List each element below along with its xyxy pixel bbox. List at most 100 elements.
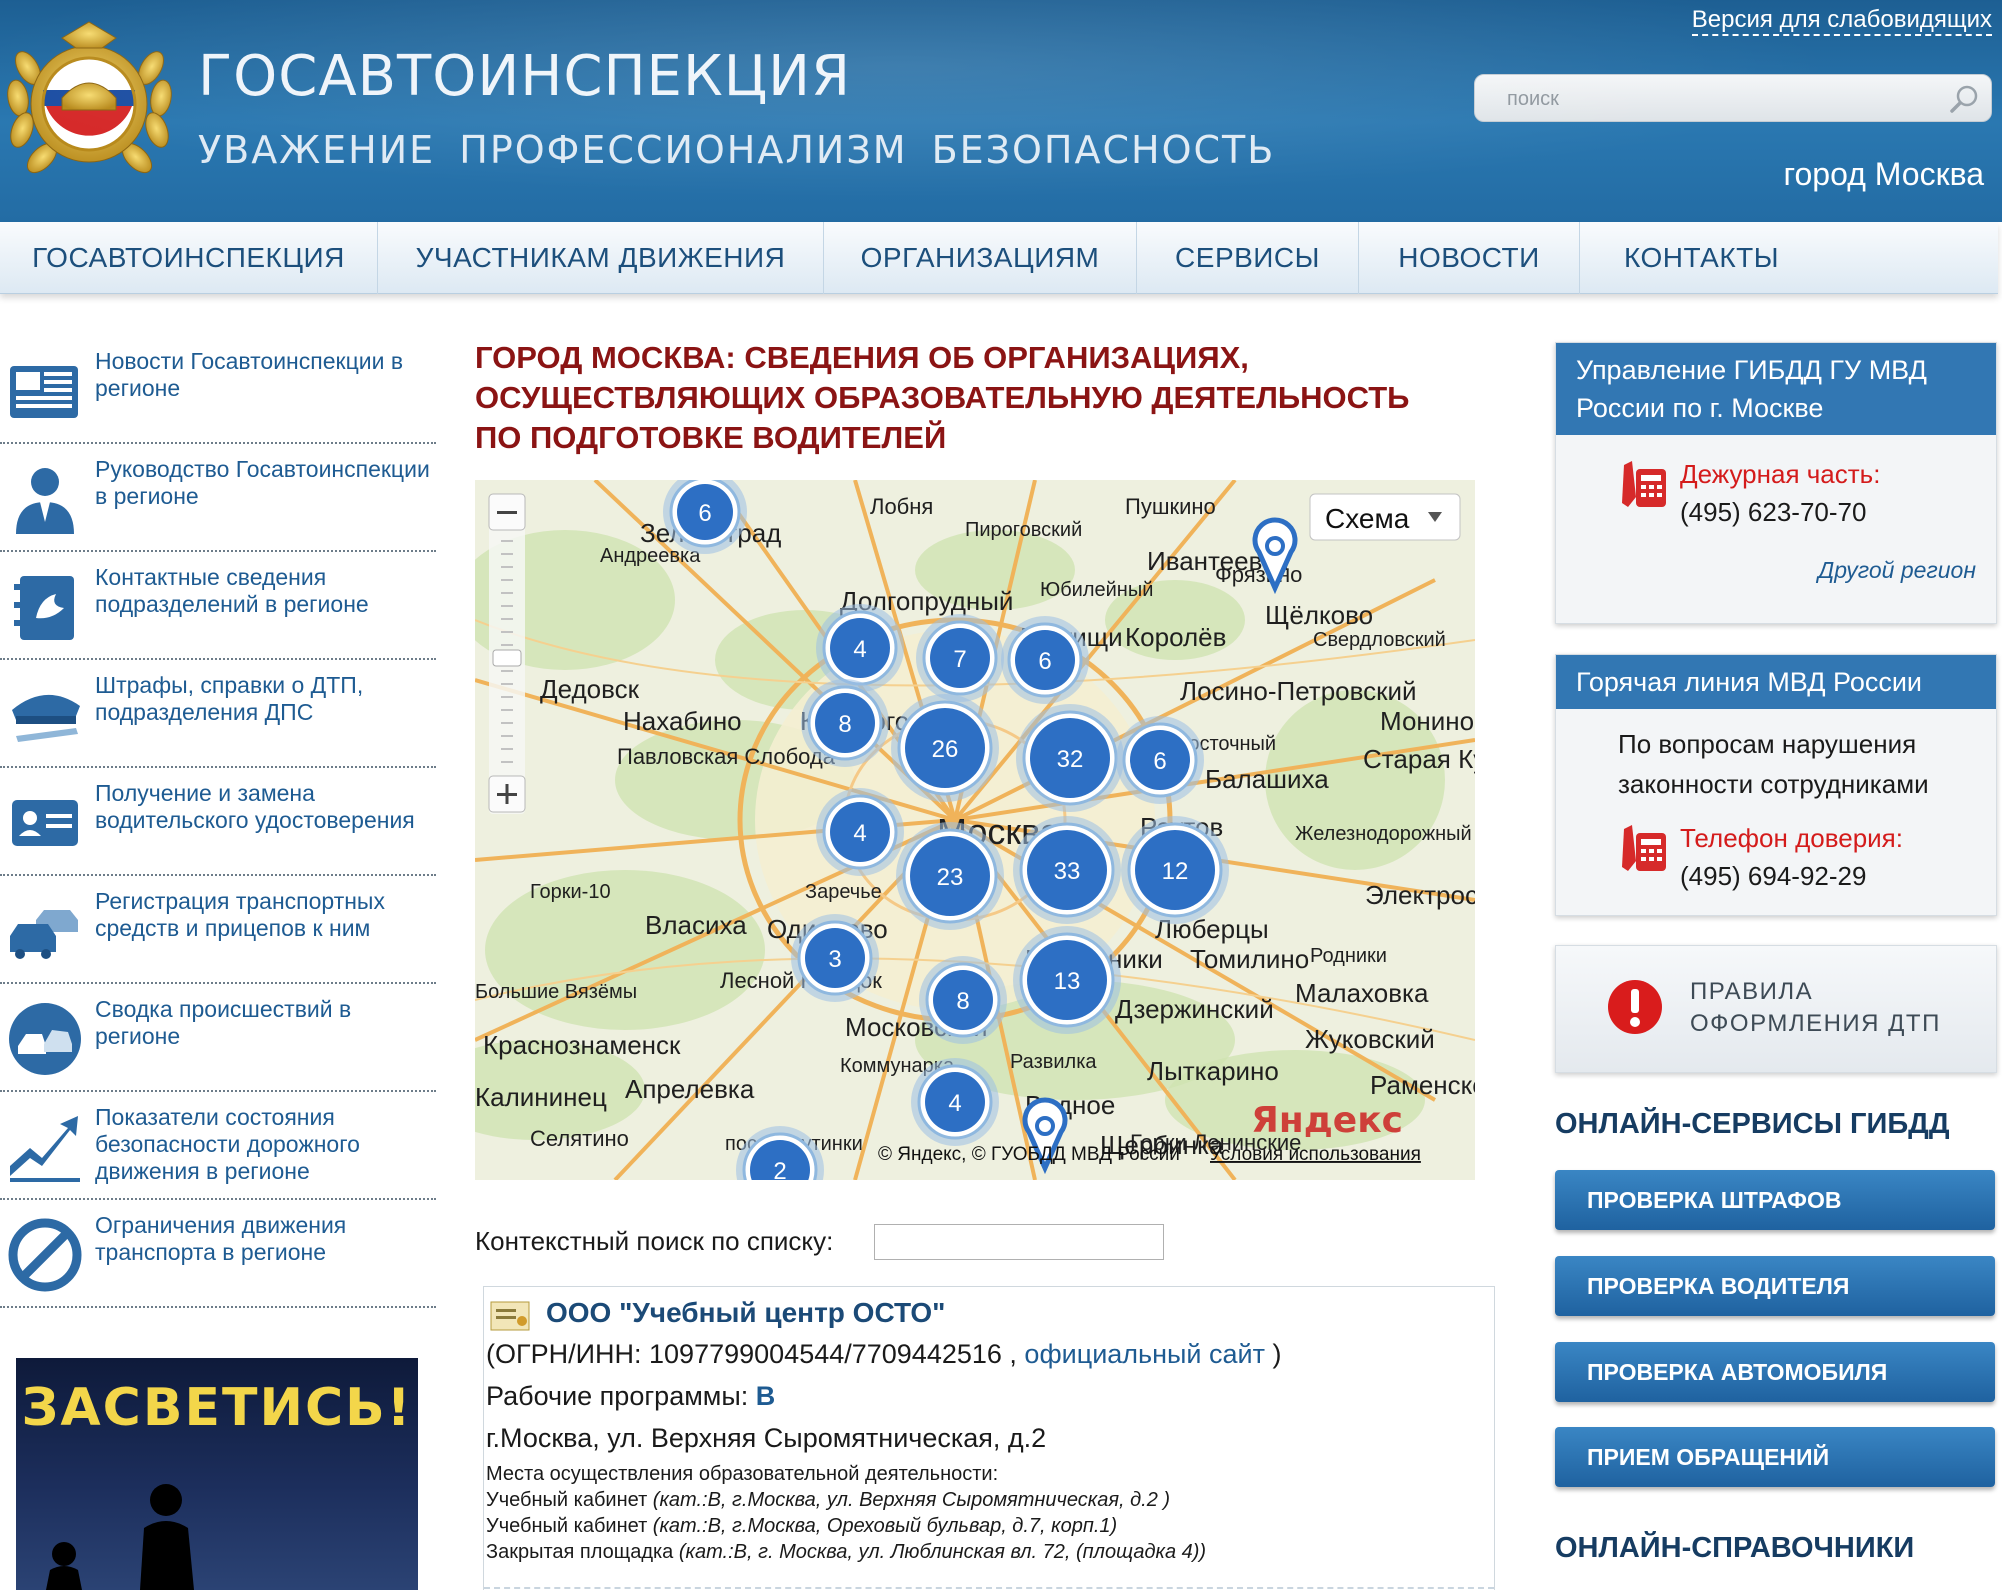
- search-box: [1474, 74, 1992, 122]
- search-icon[interactable]: [1949, 83, 1981, 115]
- trend-chart-icon: [10, 1116, 80, 1182]
- duty-phone[interactable]: (495) 623-70-70: [1680, 497, 1866, 528]
- map-place-label: Краснознаменск: [483, 1030, 681, 1060]
- svg-text:3: 3: [828, 946, 841, 973]
- yandex-logo: Яндекс: [1251, 1100, 1403, 1141]
- search-input[interactable]: [1507, 83, 1927, 115]
- left-menu-item-incidents[interactable]: Сводка происшествий в регионе: [0, 984, 436, 1092]
- nav-item-news[interactable]: НОВОСТИ: [1359, 222, 1580, 294]
- nav-item-gosavtoinspekciya[interactable]: ГОСАВТОИНСПЕКЦИЯ: [0, 222, 378, 294]
- page-title-line: ПО ПОДГОТОВКЕ ВОДИТЕЛЕЙ: [475, 420, 947, 455]
- page-title-line: ОСУЩЕСТВЛЯЮЩИХ ОБРАЗОВАТЕЛЬНУЮ ДЕЯТЕЛЬНО…: [475, 380, 1410, 415]
- check-fines-button[interactable]: ПРОВЕРКА ШТРАФОВ: [1555, 1170, 1995, 1230]
- map-cluster-marker[interactable]: 7: [916, 614, 1004, 702]
- organization-card: ООО "Учебный центр ОСТО" (ОГРН/ИНН: 1097…: [483, 1286, 1495, 1590]
- place-type: Учебный кабинет: [486, 1515, 648, 1537]
- map-place-label: Фрязино: [1215, 562, 1302, 587]
- hotline-box: Горячая линия МВД России По вопросам нар…: [1555, 654, 1997, 916]
- trust-label: Телефон доверия:: [1680, 823, 1903, 853]
- map-place-label: Щёлково: [1265, 600, 1373, 630]
- other-region-link[interactable]: Другой регион: [1818, 557, 1976, 584]
- left-menu-label: Руководство Госавтоинспекции в регионе: [95, 456, 430, 509]
- svg-text:2: 2: [773, 1158, 786, 1180]
- map-place-label: Жуковский: [1305, 1024, 1435, 1054]
- left-menu: Новости Госавтоинспекции в регионе Руков…: [0, 336, 436, 1308]
- programs-value: В: [755, 1381, 776, 1411]
- map-place-label: Нахабино: [623, 706, 742, 736]
- svg-text:12: 12: [1162, 858, 1189, 885]
- map-place-label: Томилино: [1190, 944, 1309, 974]
- accident-rules-banner[interactable]: ПРАВИЛА ОФОРМЛЕНИЯ ДТП: [1555, 945, 1997, 1073]
- svg-text:6: 6: [1153, 748, 1166, 775]
- nav-item-participants[interactable]: УЧАСТНИКАМ ДВИЖЕНИЯ: [378, 222, 824, 294]
- map-place-label: Пушкино: [1125, 494, 1216, 519]
- left-menu-item-leadership[interactable]: Руководство Госавтоинспекции в регионе: [0, 444, 436, 552]
- organization-name[interactable]: ООО "Учебный центр ОСТО": [546, 1297, 945, 1329]
- left-menu-item-license[interactable]: Получение и замена водительского удостов…: [0, 768, 436, 876]
- svg-text:8: 8: [838, 711, 851, 738]
- left-menu-item-statistics[interactable]: Показатели состояния безопасности дорожн…: [0, 1092, 436, 1200]
- appeals-button[interactable]: ПРИЕМ ОБРАЩЕНИЙ: [1555, 1427, 1995, 1487]
- left-menu-item-restrictions[interactable]: Ограничения движения транспорта в регион…: [0, 1200, 436, 1308]
- map-cluster-marker[interactable]: 8: [801, 679, 889, 767]
- left-menu-label: Показатели состояния безопасности дорожн…: [95, 1104, 360, 1184]
- map-place-label: Калининец: [475, 1082, 607, 1112]
- official-site-link[interactable]: официальный сайт: [1024, 1339, 1265, 1369]
- low-vision-version-link[interactable]: Версия для слабовидящих: [1691, 6, 1992, 36]
- left-menu-item-contacts[interactable]: Контактные сведения подразделений в реги…: [0, 552, 436, 660]
- map-cluster-marker[interactable]: 12: [1121, 816, 1229, 924]
- map-canvas[interactable]: ЛобняПушкиноЗеленоградАндреевкаПироговск…: [475, 480, 1475, 1180]
- map-terms-link[interactable]: Условия использования: [1210, 1144, 1421, 1165]
- alert-icon: [1608, 980, 1662, 1034]
- officer-icon: [16, 468, 74, 534]
- map-cluster-marker[interactable]: 4: [816, 788, 904, 876]
- map-cluster-marker[interactable]: 3: [791, 914, 879, 1002]
- check-driver-button[interactable]: ПРОВЕРКА ВОДИТЕЛЯ: [1555, 1256, 1995, 1316]
- map-cluster-marker[interactable]: 23: [896, 822, 1004, 930]
- zasvetis-banner[interactable]: ЗАСВЕТИСЬ!: [16, 1358, 418, 1590]
- context-search-input[interactable]: [874, 1224, 1164, 1260]
- nav-item-organizations[interactable]: ОРГАНИЗАЦИЯМ: [824, 222, 1137, 294]
- map-cluster-marker[interactable]: 8: [919, 956, 1007, 1044]
- map-layer-select[interactable]: Схема: [1309, 493, 1461, 541]
- silhouette-illustration: [46, 1484, 194, 1590]
- map-cluster-marker[interactable]: 4: [911, 1058, 999, 1146]
- place-item: Закрытая площадка (кат.:В, г. Москва, ул…: [486, 1541, 1206, 1564]
- main-nav: ГОСАВТОИНСПЕКЦИЯ УЧАСТНИКАМ ДВИЖЕНИЯ ОРГ…: [0, 222, 1998, 294]
- svg-text:4: 4: [948, 1090, 961, 1117]
- map-cluster-marker[interactable]: 6: [1116, 716, 1204, 804]
- cars-icon: [10, 910, 78, 959]
- trust-phone[interactable]: (495) 694-92-29: [1680, 861, 1866, 892]
- svg-text:6: 6: [698, 500, 711, 527]
- left-menu-item-fines[interactable]: Штрафы, справки о ДТП, подразделения ДПС: [0, 660, 436, 768]
- map-place-label: Селятино: [530, 1126, 629, 1151]
- nav-item-contacts[interactable]: КОНТАКТЫ: [1580, 222, 1823, 294]
- map-place-label: Власиха: [645, 910, 747, 940]
- newspaper-icon: [10, 366, 78, 418]
- map-cluster-marker[interactable]: 13: [1013, 926, 1121, 1034]
- region-label[interactable]: город Москва: [1784, 156, 1984, 193]
- site-title: ГОСАВТОИНСПЕКЦИЯ: [198, 44, 851, 109]
- hotline-box-title[interactable]: Горячая линия МВД России: [1556, 655, 1996, 709]
- left-menu-label: Сводка происшествий в регионе: [95, 996, 352, 1049]
- left-menu-item-registration[interactable]: Регистрация транспортных средств и прице…: [0, 876, 436, 984]
- check-vehicle-button[interactable]: ПРОВЕРКА АВТОМОБИЛЯ: [1555, 1342, 1995, 1402]
- map-place-label: Лыткарино: [1147, 1056, 1279, 1086]
- place-detail: (кат.:В, г. Москва, ул. Люблинская вл. 7…: [678, 1541, 1207, 1563]
- map-widget[interactable]: ЛобняПушкиноЗеленоградАндреевкаПироговск…: [475, 480, 1475, 1180]
- svg-text:26: 26: [932, 736, 959, 763]
- zoom-control[interactable]: [488, 493, 526, 814]
- map-cluster-marker[interactable]: 4: [816, 604, 904, 692]
- map-cluster-marker[interactable]: 6: [1001, 616, 1089, 704]
- map-place-label: Балашиха: [1205, 764, 1329, 794]
- nav-item-services[interactable]: СЕРВИСЫ: [1137, 222, 1359, 294]
- map-cluster-marker[interactable]: 33: [1013, 816, 1121, 924]
- left-menu-item-news[interactable]: Новости Госавтоинспекции в регионе: [0, 336, 436, 444]
- place-item: Учебный кабинет (кат.:В, г.Москва, ул. В…: [486, 1489, 1170, 1512]
- gibdd-box-title[interactable]: Управление ГИБДД ГУ МВД России по г. Мос…: [1556, 343, 1996, 435]
- map-cluster-marker[interactable]: 32: [1016, 704, 1124, 812]
- traffic-police-emblem-icon[interactable]: [2, 18, 177, 188]
- map-cluster-marker[interactable]: 26: [891, 694, 999, 802]
- rules-line: ПРАВИЛА: [1690, 978, 1814, 1005]
- map-layer-label: Схема: [1325, 503, 1410, 534]
